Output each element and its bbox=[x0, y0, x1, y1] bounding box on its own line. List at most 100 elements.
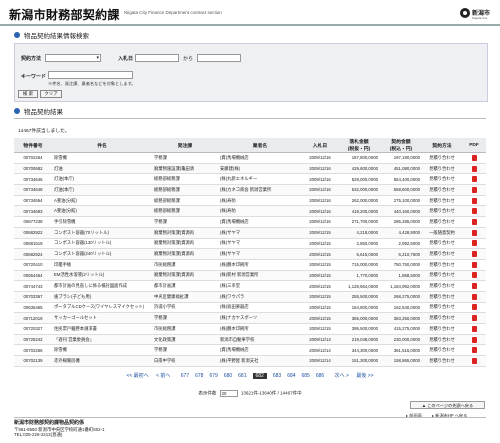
pdf-link[interactable] bbox=[462, 334, 486, 346]
bid-date-from-input[interactable] bbox=[135, 54, 179, 62]
contract-amount: 1,184,992,0000 bbox=[380, 280, 422, 292]
column-header: 業者名 bbox=[218, 138, 302, 153]
page-link[interactable]: 683 bbox=[273, 373, 281, 379]
pdf-link[interactable] bbox=[462, 248, 486, 260]
bid-date: 2009/12/15 bbox=[302, 280, 338, 292]
pdf-icon bbox=[471, 304, 477, 311]
table-row: 00703367 歯ブラシ(子ども用) 中央区健康福祉課 (株)ワウパラ 2009/12… bbox=[14, 291, 486, 303]
contract-amount: 158,865,0000 bbox=[380, 355, 422, 367]
contract-method: 見積り合わせ bbox=[422, 344, 462, 357]
item-name[interactable]: 除雪機 bbox=[52, 152, 152, 164]
item-name[interactable]: EM活性水溶液(2リットル) bbox=[52, 270, 152, 282]
page-link[interactable]: 681 bbox=[238, 373, 246, 379]
pdf-link[interactable] bbox=[462, 323, 486, 335]
contract-method-select[interactable] bbox=[45, 54, 101, 62]
prev-page-link[interactable]: < 前へ bbox=[156, 373, 170, 379]
pdf-link[interactable] bbox=[462, 312, 486, 324]
page-link[interactable]: 677 bbox=[181, 373, 189, 379]
item-name[interactable]: A重油(分館) bbox=[52, 195, 152, 207]
ordering-section: 学務課 bbox=[152, 152, 218, 164]
item-name[interactable]: コンポスト容器(240リットル) bbox=[52, 248, 152, 260]
pdf-link[interactable] bbox=[462, 152, 486, 164]
item-number: 00734648 bbox=[14, 184, 52, 196]
pdf-link[interactable] bbox=[462, 227, 486, 239]
pdf-link[interactable] bbox=[462, 291, 486, 303]
pdf-link[interactable] bbox=[462, 280, 486, 292]
column-header: 落札金額 (税抜・円) bbox=[338, 138, 380, 153]
per-page-select[interactable]: 20 bbox=[219, 390, 238, 397]
next-page-link[interactable]: 次へ > bbox=[335, 373, 349, 379]
item-name[interactable]: 赤外線暖房機 bbox=[52, 355, 152, 367]
to-top-link[interactable]: ▸ 新潟市HP へ戻る bbox=[432, 413, 467, 419]
item-name[interactable]: 住民票戸籍謄本請求書 bbox=[52, 323, 152, 335]
item-name[interactable]: コンポスト容器(70リットル) bbox=[52, 227, 152, 239]
contract-amount: 6,210,7500 bbox=[380, 248, 422, 260]
item-name[interactable]: 歯ブラシ(子ども用) bbox=[52, 291, 152, 303]
table-row: 00702264 除雪機 学務課 (資)馬場機械店 2009/12/16 187,800,… bbox=[14, 152, 486, 164]
pdf-link[interactable] bbox=[462, 205, 486, 218]
item-name[interactable]: 除雪機 bbox=[52, 344, 152, 357]
pdf-link[interactable] bbox=[462, 216, 486, 228]
keyword-input[interactable] bbox=[48, 71, 133, 79]
first-page-link[interactable]: << 最初へ bbox=[126, 373, 148, 379]
divider bbox=[14, 118, 486, 119]
pdf-icon bbox=[471, 325, 477, 332]
page-header: 新潟市財務部契約課 Niigata City Finance Departmen… bbox=[0, 0, 500, 26]
bid-date-label: 入札日 bbox=[118, 56, 134, 62]
bid-date-to-input[interactable] bbox=[197, 54, 241, 62]
item-name[interactable]: サッカーゴールセット bbox=[52, 312, 152, 324]
vendor-name: (株)ナカヤスポーツ bbox=[218, 312, 302, 324]
item-name[interactable]: 灯油(本庁) bbox=[52, 173, 152, 186]
page-link[interactable]: 678 bbox=[195, 373, 203, 379]
pdf-link[interactable] bbox=[462, 355, 486, 367]
pdf-link[interactable] bbox=[462, 173, 486, 186]
page-link[interactable]: 684 bbox=[287, 373, 295, 379]
contract-method: 見積り合わせ bbox=[422, 323, 462, 335]
search-button[interactable]: 検 索 bbox=[18, 90, 38, 98]
ordering-section: 廃棄物対策課(資源再 bbox=[152, 270, 218, 282]
result-count: 14467件該当しました。 bbox=[18, 129, 70, 134]
vendor-name: (株)丸新エネルギー bbox=[218, 173, 302, 186]
pdf-link[interactable] bbox=[462, 238, 486, 250]
item-name[interactable]: A重油(分館) bbox=[52, 205, 152, 218]
ordering-section: 総務部総務課 bbox=[152, 195, 218, 207]
pdf-link[interactable] bbox=[462, 195, 486, 207]
ordering-section: 廃棄物施設課(亀田清 bbox=[152, 163, 218, 175]
bid-amount: 365,000,0000 bbox=[338, 312, 380, 324]
page-link[interactable]: 680 bbox=[224, 373, 232, 379]
pdf-icon bbox=[471, 293, 477, 300]
logo-subtext: Niigata City bbox=[472, 16, 488, 20]
item-name[interactable]: 灯油 bbox=[52, 163, 152, 175]
page-link[interactable]: 686 bbox=[316, 373, 324, 379]
table-row: 00720327 住民票戸籍謄本請求書 市民総務課 (株)鶴木印刷所 2009/12/1… bbox=[14, 323, 486, 335]
pdf-link[interactable] bbox=[462, 184, 486, 196]
item-name[interactable]: コンポスト容器(130リットル) bbox=[52, 238, 152, 250]
page-link[interactable]: 679 bbox=[209, 373, 217, 379]
contract-amount: 383,250,0000 bbox=[380, 312, 422, 324]
page-top-link[interactable]: ▲ このページの先頭へ戻る bbox=[410, 401, 485, 409]
item-name[interactable]: ポータブルCDケース(ワイヤレスマイクセット) bbox=[52, 302, 152, 314]
item-name[interactable]: 印鑑手帳 bbox=[52, 259, 152, 271]
contract-method: 見積り合わせ bbox=[422, 291, 462, 303]
pdf-link[interactable] bbox=[462, 259, 486, 271]
last-page-link[interactable]: 最後 >> bbox=[356, 373, 373, 379]
table-row: 00682924 コンポスト容器(240リットル) 廃棄物対策課(資源再 (株)サヤマ… bbox=[14, 248, 486, 260]
pdf-link[interactable] bbox=[462, 270, 486, 282]
previous-page-link[interactable]: ▸ 前画面 bbox=[406, 413, 422, 419]
site-subtitle: Niigata City Finance Department contract… bbox=[124, 10, 222, 15]
page-link[interactable]: 685 bbox=[302, 373, 310, 379]
pdf-link[interactable] bbox=[462, 344, 486, 357]
bid-date: 2009/12/15 bbox=[302, 227, 338, 239]
item-name[interactable]: 灯油(本庁) bbox=[52, 184, 152, 196]
contract-amount: 285,285,0000 bbox=[380, 216, 422, 228]
item-name[interactable]: 手引除雪機 bbox=[52, 216, 152, 228]
item-name[interactable]: 都市計画の見直しに係る検討図面作成 bbox=[52, 280, 152, 292]
pdf-link[interactable] bbox=[462, 163, 486, 175]
city-logo[interactable]: 新潟市 Niigata City bbox=[460, 6, 494, 21]
item-number: 00734693 bbox=[14, 205, 52, 218]
footer: 新潟市財務部契約課物品契約係 〒951-8550 新潟市中央区学校町通1番町60… bbox=[14, 420, 105, 438]
clear-button[interactable]: クリア bbox=[40, 90, 62, 98]
item-name[interactable]: 「週刊 営業委員会」 bbox=[52, 334, 152, 346]
contract-amount: 162,540,0000 bbox=[380, 302, 422, 314]
pdf-link[interactable] bbox=[462, 302, 486, 314]
